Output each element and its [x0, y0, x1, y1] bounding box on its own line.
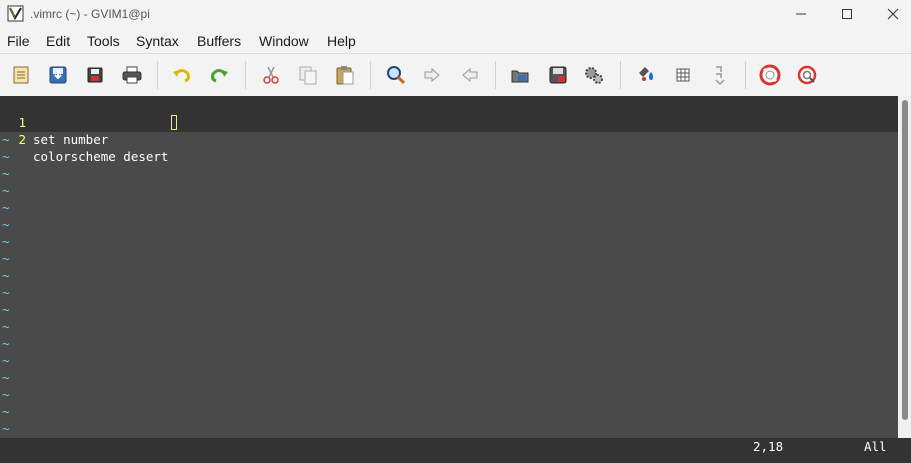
copy-icon — [299, 66, 317, 85]
scroll-position: All — [864, 439, 887, 454]
jump-to-tag-icon — [715, 66, 725, 86]
minimize-icon — [796, 13, 806, 15]
scrollbar-thumb[interactable] — [902, 100, 908, 420]
find-help-button[interactable] — [794, 62, 820, 88]
editor-line[interactable]: 1 set number — [0, 97, 108, 147]
menu-syntax[interactable]: Syntax — [136, 33, 179, 49]
find-previous-button[interactable] — [456, 62, 482, 88]
status-line: 2,18 All — [0, 438, 911, 463]
editor-area[interactable]: 1 set number 2 colorscheme desert ~ ~ ~ ~ ~ ~… — [0, 96, 898, 438]
tilde-marker: ~ — [2, 387, 10, 402]
menu-file[interactable]: File — [7, 33, 30, 49]
tilde-marker: ~ — [2, 285, 10, 300]
copy-button[interactable] — [295, 62, 321, 88]
cursor-position: 2,18 — [753, 439, 784, 454]
close-icon — [887, 8, 899, 20]
load-session-button[interactable] — [507, 62, 533, 88]
save-button[interactable] — [45, 62, 71, 88]
cut-button[interactable] — [258, 62, 284, 88]
window-title: .vimrc (~) - GVIM1@pi — [30, 7, 150, 21]
save-all-icon — [87, 67, 103, 83]
maximize-button[interactable] — [824, 0, 870, 28]
tilde-marker: ~ — [2, 336, 10, 351]
help-button[interactable] — [757, 62, 783, 88]
text-cursor — [171, 115, 177, 130]
make-icon — [639, 67, 653, 81]
help-icon — [759, 64, 781, 86]
vertical-scrollbar[interactable] — [899, 96, 911, 438]
minimize-button[interactable] — [778, 0, 824, 28]
print-icon — [122, 66, 142, 84]
run-ctags-icon — [676, 68, 690, 82]
tilde-marker: ~ — [2, 251, 10, 266]
maximize-icon — [842, 9, 852, 19]
jump-to-tag-button[interactable] — [707, 62, 733, 88]
editor-line[interactable]: 2 colorscheme desert — [0, 114, 177, 164]
save-icon — [49, 66, 67, 84]
tilde-marker: ~ — [2, 302, 10, 317]
redo-button[interactable] — [206, 62, 232, 88]
close-button[interactable] — [870, 0, 911, 28]
undo-icon — [173, 69, 191, 83]
tilde-marker: ~ — [2, 234, 10, 249]
menu-bar: File Edit Tools Syntax Buffers Window He… — [0, 30, 911, 52]
tilde-marker: ~ — [2, 319, 10, 334]
toolbar-separator — [745, 61, 746, 89]
find-next-button[interactable] — [420, 62, 446, 88]
open-button[interactable] — [8, 62, 34, 88]
menu-window[interactable]: Window — [259, 33, 309, 49]
find-next-icon — [424, 67, 440, 83]
undo-button[interactable] — [169, 62, 195, 88]
save-session-icon — [549, 66, 567, 84]
tilde-marker: ~ — [2, 200, 10, 215]
tilde-marker: ~ — [2, 404, 10, 419]
title-bar: .vimrc (~) - GVIM1@pi — [0, 0, 911, 28]
paste-icon — [336, 66, 354, 85]
find-replace-button[interactable] — [383, 62, 409, 88]
open-icon — [13, 66, 29, 84]
save-session-button[interactable] — [545, 62, 571, 88]
menu-buffers[interactable]: Buffers — [197, 33, 241, 49]
menu-divider — [0, 53, 911, 54]
line-text: colorscheme desert — [33, 149, 169, 164]
tilde-marker: ~ — [2, 268, 10, 283]
tilde-marker: ~ — [2, 353, 10, 368]
paste-button[interactable] — [332, 62, 358, 88]
text-lines-background — [0, 96, 898, 132]
find-replace-icon — [387, 66, 406, 85]
menu-help[interactable]: Help — [327, 33, 356, 49]
tilde-marker: ~ — [2, 149, 10, 164]
menu-edit[interactable]: Edit — [46, 33, 70, 49]
find-previous-icon — [462, 67, 478, 83]
save-all-button[interactable] — [82, 62, 108, 88]
print-button[interactable] — [119, 62, 145, 88]
tilde-marker: ~ — [2, 217, 10, 232]
tilde-marker: ~ — [2, 370, 10, 385]
tilde-marker: ~ — [2, 166, 10, 181]
toolbar — [0, 55, 911, 95]
load-session-icon — [511, 70, 529, 83]
cut-icon — [263, 66, 279, 84]
run-script-icon — [585, 67, 603, 84]
tilde-marker: ~ — [2, 421, 10, 436]
toolbar-separator — [495, 61, 496, 89]
tilde-marker: ~ — [2, 132, 10, 147]
make-button[interactable] — [633, 62, 659, 88]
menu-tools[interactable]: Tools — [87, 33, 120, 49]
line-text: set number — [33, 132, 109, 147]
tilde-marker: ~ — [2, 183, 10, 198]
toolbar-separator — [245, 61, 246, 89]
redo-icon — [210, 69, 228, 83]
run-script-button[interactable] — [581, 62, 607, 88]
toolbar-separator — [620, 61, 621, 89]
run-ctags-button[interactable] — [670, 62, 696, 88]
toolbar-separator — [370, 61, 371, 89]
gvim-app-icon — [7, 5, 24, 22]
toolbar-separator — [157, 61, 158, 89]
find-help-icon — [797, 65, 817, 85]
